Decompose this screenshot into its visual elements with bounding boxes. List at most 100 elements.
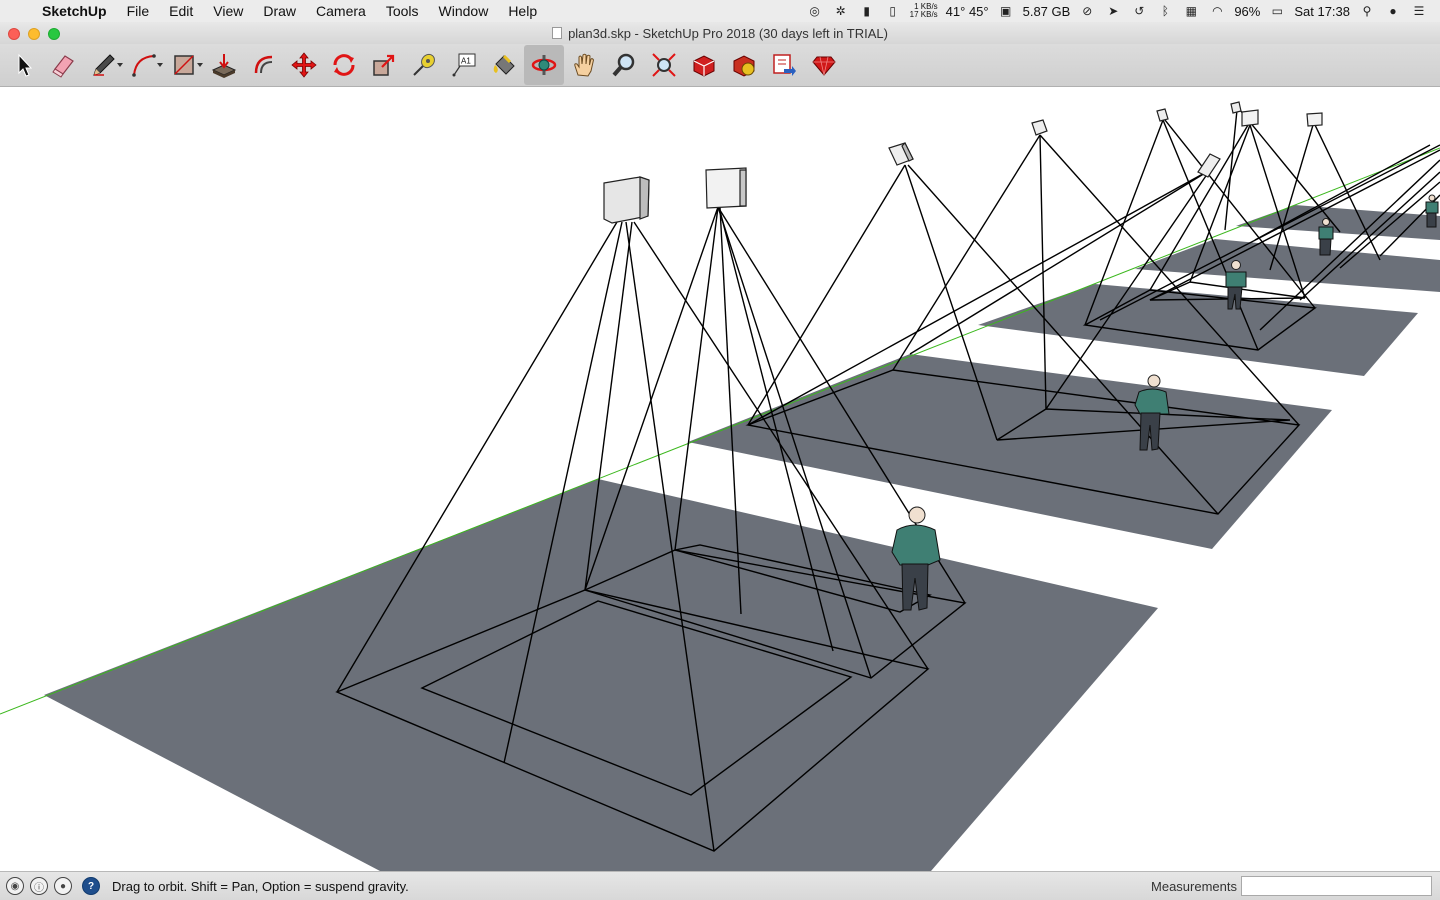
instructor-help-icon[interactable]: ? (82, 877, 100, 895)
arc-tool-dropdown-icon[interactable] (157, 63, 163, 67)
drawing-viewport[interactable] (0, 88, 1440, 871)
location-icon[interactable]: ➤ (1104, 4, 1122, 18)
eraser-tool-button[interactable] (44, 45, 84, 85)
pencil-icon (93, 54, 115, 76)
zoom-tool-button[interactable] (604, 45, 644, 85)
line-tool-button[interactable] (84, 45, 124, 85)
window-close-button[interactable] (8, 28, 20, 40)
measurements-input[interactable] (1241, 876, 1432, 896)
line-tool-dropdown-icon[interactable] (117, 63, 123, 67)
text-icon: A1 (452, 53, 476, 77)
cpu-monitor-icon[interactable]: ▮ (858, 4, 876, 18)
measurements-label: Measurements (1151, 878, 1237, 894)
memory-chip-icon: ▣ (999, 4, 1012, 18)
menu-draw[interactable]: Draw (253, 3, 306, 19)
camera-5 (1156, 108, 1169, 122)
extension-icon (733, 55, 755, 77)
warehouse-icon (693, 55, 715, 77)
ground-plate-1 (44, 479, 1158, 871)
rectangle-icon (174, 55, 194, 75)
paint-bucket-tool-button[interactable] (484, 45, 524, 85)
send-to-layout-tool-button[interactable] (764, 45, 804, 85)
3d-warehouse-tool-button[interactable] (684, 45, 724, 85)
arc-icon (132, 54, 156, 77)
camera-8 (1306, 112, 1323, 127)
credits-icon[interactable]: ⓘ (30, 877, 48, 895)
siri-icon[interactable]: ● (1384, 4, 1402, 18)
camera-1 (603, 176, 650, 224)
layout-icon (773, 54, 796, 76)
arrow-cursor-icon (18, 53, 33, 77)
clock[interactable]: Sat 17:38 (1294, 4, 1350, 19)
menu-help[interactable]: Help (498, 3, 547, 19)
temperature-readout[interactable]: 41° 45° (946, 4, 989, 19)
scale-icon (373, 54, 395, 76)
push-pull-icon (211, 54, 237, 78)
hand-icon (574, 53, 595, 77)
paint-bucket-icon (493, 54, 515, 75)
tape-measure-icon (413, 53, 435, 76)
rotate-icon (333, 54, 355, 76)
shape-tool-button[interactable] (164, 45, 204, 85)
menu-bar: SketchUp File Edit View Draw Camera Tool… (0, 0, 1440, 22)
model-scene[interactable] (0, 88, 1440, 871)
window-zoom-button[interactable] (48, 28, 60, 40)
rotate-tool-button[interactable] (324, 45, 364, 85)
zoom-extents-icon (652, 53, 676, 77)
menu-window[interactable]: Window (429, 3, 499, 19)
menu-view[interactable]: View (203, 3, 253, 19)
notification-center-icon[interactable]: ☰ (1410, 4, 1428, 18)
text-tool-button[interactable]: A1 (444, 45, 484, 85)
move-icon (291, 52, 317, 78)
offset-icon (254, 55, 273, 74)
keyboard-icon[interactable]: ▦ (1182, 4, 1200, 18)
memory-monitor-icon[interactable]: ▯ (884, 4, 902, 18)
offset-tool-button[interactable] (244, 45, 284, 85)
zoom-extents-tool-button[interactable] (644, 45, 684, 85)
geo-location-icon[interactable]: ◉ (6, 877, 24, 895)
wifi-icon[interactable]: ◠ (1208, 4, 1226, 18)
tape-measure-tool-button[interactable] (404, 45, 444, 85)
orbit-icon (531, 55, 557, 75)
status-hint-text: Drag to orbit. Shift = Pan, Option = sus… (112, 878, 409, 894)
network-download: 17 KB/s (909, 10, 938, 19)
menu-camera[interactable]: Camera (306, 3, 376, 19)
status-tray: ◎ ✲ ▮ ▯ 1 KB/s 17 KB/s 41° 45° ▣ 5.87 GB… (806, 3, 1440, 19)
extension-manager-tool-button[interactable] (804, 45, 844, 85)
status-bar: ◉ ⓘ ● ? Drag to orbit. Shift = Pan, Opti… (0, 871, 1440, 900)
document-icon[interactable] (552, 27, 563, 39)
camera-3 (888, 141, 914, 166)
pan-tool-button[interactable] (564, 45, 604, 85)
menu-edit[interactable]: Edit (159, 3, 203, 19)
menu-tools[interactable]: Tools (376, 3, 429, 19)
select-tool-button[interactable] (4, 45, 44, 85)
magnifier-icon (612, 53, 635, 77)
bluetooth-icon[interactable]: ᛒ (1156, 4, 1174, 18)
network-speed[interactable]: 1 KB/s 17 KB/s (910, 3, 938, 19)
time-machine-icon[interactable]: ↺ (1130, 4, 1148, 18)
scale-tool-button[interactable] (364, 45, 404, 85)
extension-warehouse-tool-button[interactable] (724, 45, 764, 85)
push-pull-tool-button[interactable] (204, 45, 244, 85)
camera-2 (705, 167, 747, 209)
camera-7 (1241, 109, 1259, 127)
user-account-icon[interactable]: ● (54, 877, 72, 895)
ruby-gem-icon (812, 56, 836, 76)
memory-readout[interactable]: 5.87 GB (1023, 4, 1071, 19)
shape-tool-dropdown-icon[interactable] (197, 63, 203, 67)
fan-icon[interactable]: ✲ (832, 4, 850, 18)
camera-6 (1230, 101, 1242, 114)
arc-tool-button[interactable] (124, 45, 164, 85)
move-tool-button[interactable] (284, 45, 324, 85)
menu-file[interactable]: File (117, 3, 160, 19)
orbit-tool-button[interactable] (524, 45, 564, 85)
creative-cloud-icon[interactable]: ◎ (806, 4, 824, 18)
window-minimize-button[interactable] (28, 28, 40, 40)
app-menu[interactable]: SketchUp (32, 3, 117, 19)
battery-percent[interactable]: 96% (1234, 4, 1260, 19)
battery-icon[interactable]: ▭ (1268, 4, 1286, 18)
spotlight-search-icon[interactable]: ⚲ (1358, 4, 1376, 18)
do-not-disturb-icon[interactable]: ⊘ (1078, 4, 1096, 18)
cameras (603, 101, 1323, 224)
main-toolbar: A1 (0, 44, 1440, 87)
